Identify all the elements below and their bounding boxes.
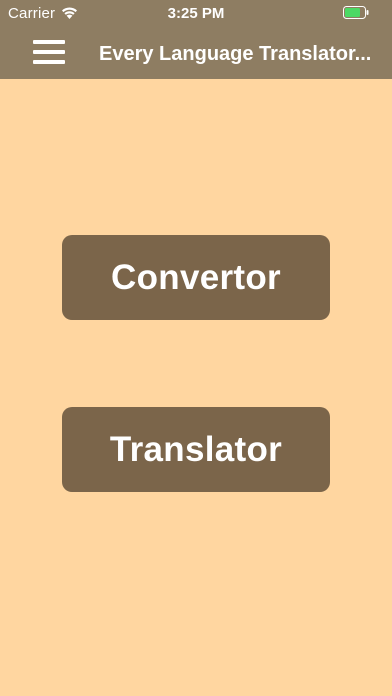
convertor-button-label: Convertor <box>111 257 281 297</box>
translator-button[interactable]: Translator <box>62 407 330 492</box>
convertor-button[interactable]: Convertor <box>62 235 330 320</box>
navigation-bar: Every Language Translator... <box>0 26 392 79</box>
main-content: Convertor Translator <box>0 79 392 696</box>
hamburger-menu-icon[interactable] <box>30 37 68 67</box>
page-title: Every Language Translator... <box>99 43 372 65</box>
app-header: Carrier 3:25 PM Every Language Translato… <box>0 0 392 79</box>
status-bar: Carrier 3:25 PM <box>0 0 392 26</box>
battery-icon <box>343 6 369 19</box>
status-time: 3:25 PM <box>167 5 225 22</box>
translator-button-label: Translator <box>109 429 283 469</box>
